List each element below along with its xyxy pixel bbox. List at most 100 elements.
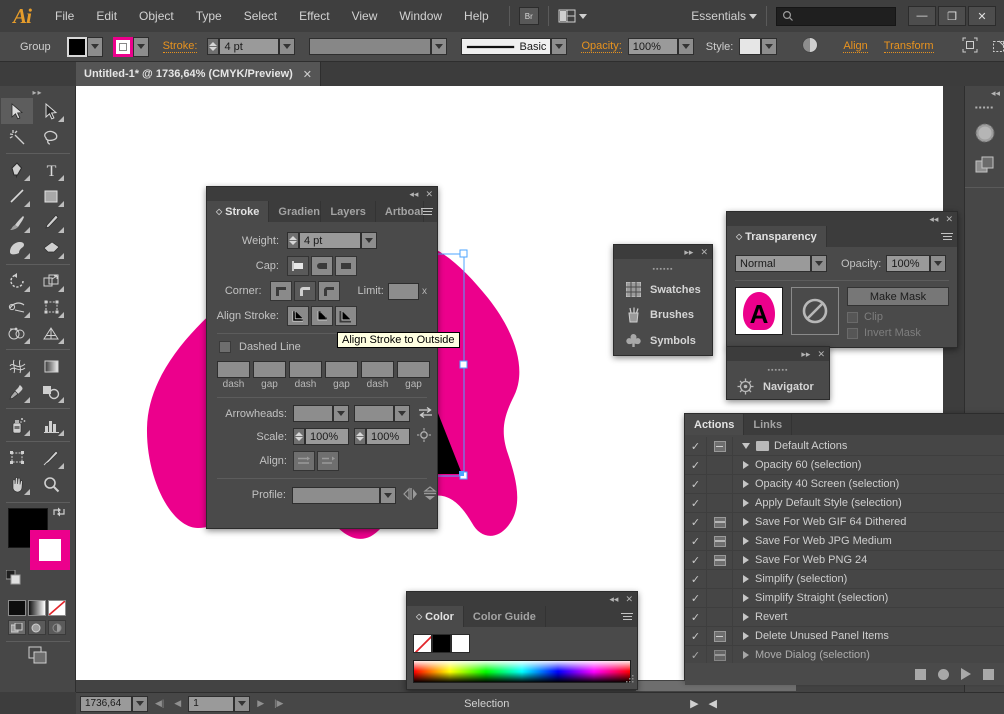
transparency-opacity-input[interactable]: 100% — [886, 255, 931, 272]
lasso-tool[interactable] — [35, 124, 67, 150]
dock-item-swatches[interactable]: Swatches — [614, 274, 712, 305]
table-row[interactable]: ✓ Opacity 60 (selection) — [685, 455, 1004, 475]
menu-help[interactable]: Help — [453, 0, 500, 32]
tab-actions[interactable]: Actions — [685, 414, 745, 435]
stroke-weight-stepper[interactable] — [207, 38, 220, 55]
table-row[interactable]: ✓ Apply Default Style (selection) — [685, 493, 1004, 513]
opacity-dropdown[interactable] — [677, 38, 694, 55]
chevron-right-icon[interactable] — [743, 480, 749, 488]
actions-list[interactable]: ✓ Default Actions ✓ Opacity 60 (selectio… — [685, 435, 1004, 663]
artboard-tool[interactable] — [1, 445, 33, 471]
color-panel-menu-icon[interactable] — [621, 611, 633, 621]
blend-mode-dropdown[interactable] — [811, 255, 827, 272]
profile-dropdown[interactable] — [551, 38, 568, 55]
slice-tool[interactable] — [35, 445, 67, 471]
transform-link[interactable]: Transform — [883, 40, 934, 53]
tab-transparency[interactable]: ◇ Transparency — [727, 226, 827, 247]
scale-tool[interactable] — [35, 268, 67, 294]
last-artboard-icon[interactable]: |▶ — [271, 698, 286, 709]
color-mode-icon[interactable] — [8, 600, 26, 616]
transparency-panel-menu-icon[interactable] — [941, 231, 953, 241]
chevron-right-icon[interactable] — [743, 537, 749, 545]
rectangle-tool[interactable] — [35, 183, 67, 209]
close-icon[interactable]: ✕ — [817, 349, 825, 359]
weight-input[interactable]: 4 pt — [299, 232, 361, 249]
arrowhead-start-dropdown[interactable] — [333, 405, 349, 422]
none-mode-icon[interactable] — [48, 600, 66, 616]
row-dialog-toggle[interactable] — [707, 607, 733, 627]
mesh-tool[interactable] — [1, 353, 33, 379]
align-stroke-outside-icon[interactable] — [335, 306, 357, 326]
row-dialog-toggle[interactable] — [707, 455, 733, 475]
table-row[interactable]: ✓ Opacity 40 Screen (selection) — [685, 474, 1004, 494]
next-artboard-icon[interactable]: ▶ — [254, 698, 267, 709]
isolate-group-icon[interactable] — [962, 37, 978, 56]
chevron-right-icon[interactable] — [743, 651, 749, 659]
eyedropper-tool[interactable] — [1, 379, 33, 405]
gradient-mode-icon[interactable] — [28, 600, 46, 616]
row-dialog-toggle[interactable] — [707, 550, 733, 570]
flip-along-icon[interactable] — [423, 486, 437, 504]
row-dialog-toggle[interactable] — [707, 531, 733, 551]
change-screen-mode-icon[interactable] — [0, 646, 75, 664]
zoom-dropdown[interactable] — [132, 695, 148, 712]
line-segment-tool[interactable] — [1, 183, 33, 209]
flip-across-icon[interactable] — [403, 487, 418, 504]
fill-dropdown[interactable] — [86, 36, 103, 57]
selection-tool[interactable] — [1, 98, 33, 124]
recolor-artwork-icon[interactable] — [801, 36, 819, 57]
round-join-icon[interactable] — [293, 281, 316, 301]
table-row[interactable]: ✓ Save For Web PNG 24 — [685, 550, 1004, 570]
fill-color-swatch[interactable] — [66, 36, 87, 57]
row-check[interactable]: ✓ — [685, 607, 707, 627]
menu-window[interactable]: Window — [388, 0, 453, 32]
stop-icon[interactable] — [915, 668, 926, 680]
menu-view[interactable]: View — [341, 0, 389, 32]
arrange-documents-icon[interactable] — [558, 9, 587, 23]
chevron-right-icon[interactable] — [743, 594, 749, 602]
row-check[interactable]: ✓ — [685, 588, 707, 608]
color-fill-swatch[interactable] — [432, 634, 451, 653]
dash-field-4[interactable] — [325, 361, 358, 378]
arrowhead-end-input[interactable] — [354, 405, 394, 422]
scale-start-stepper[interactable] — [293, 428, 305, 445]
chevron-right-icon[interactable] — [743, 461, 749, 469]
search-input[interactable] — [776, 6, 896, 26]
tools-grip[interactable]: ▸▸ — [0, 86, 75, 98]
menu-edit[interactable]: Edit — [85, 0, 128, 32]
chevron-right-icon[interactable] — [743, 499, 749, 507]
zoom-input[interactable]: 1736,64 — [80, 695, 132, 712]
menu-type[interactable]: Type — [185, 0, 233, 32]
row-check[interactable]: ✓ — [685, 569, 707, 589]
paintbrush-tool[interactable] — [1, 209, 33, 235]
brush-definition-input[interactable] — [309, 38, 432, 55]
dashes-preserve-icon[interactable] — [293, 451, 315, 471]
arrowhead-end-dropdown[interactable] — [394, 405, 410, 422]
tab-color[interactable]: ◇ Color — [407, 606, 464, 627]
default-fill-stroke-icon[interactable] — [5, 569, 22, 589]
collapse-dock-icon[interactable]: ◂◂ — [991, 88, 1000, 98]
scale-end-stepper[interactable] — [354, 428, 366, 445]
brush-definition-dropdown[interactable] — [431, 38, 448, 55]
bridge-icon[interactable]: Br — [518, 7, 539, 25]
butt-cap-icon[interactable] — [287, 256, 309, 276]
record-icon[interactable] — [938, 668, 949, 680]
minimize-button[interactable]: — — [908, 6, 936, 26]
new-set-icon[interactable] — [983, 668, 994, 680]
row-dialog-toggle[interactable] — [707, 645, 733, 663]
opacity-link[interactable]: Opacity: — [581, 40, 622, 53]
swap-fill-stroke-icon[interactable] — [52, 506, 66, 521]
tab-links[interactable]: Links — [744, 414, 793, 435]
table-row[interactable]: ✓ Delete Unused Panel Items — [685, 626, 1004, 646]
dash-field-6[interactable] — [397, 361, 430, 378]
table-row[interactable]: ✓ Simplify Straight (selection) — [685, 588, 1004, 608]
gradient-tool[interactable] — [35, 353, 67, 379]
status-menu-icon[interactable]: ▶ — [687, 697, 701, 710]
table-row[interactable]: ✓ Default Actions — [685, 436, 1004, 456]
column-graph-tool[interactable] — [35, 412, 67, 438]
row-check[interactable]: ✓ — [685, 455, 707, 475]
row-check[interactable]: ✓ — [685, 493, 707, 513]
weight-dropdown[interactable] — [361, 232, 377, 249]
profile-dropdown-2[interactable] — [380, 486, 396, 504]
chevron-right-icon[interactable] — [743, 632, 749, 640]
